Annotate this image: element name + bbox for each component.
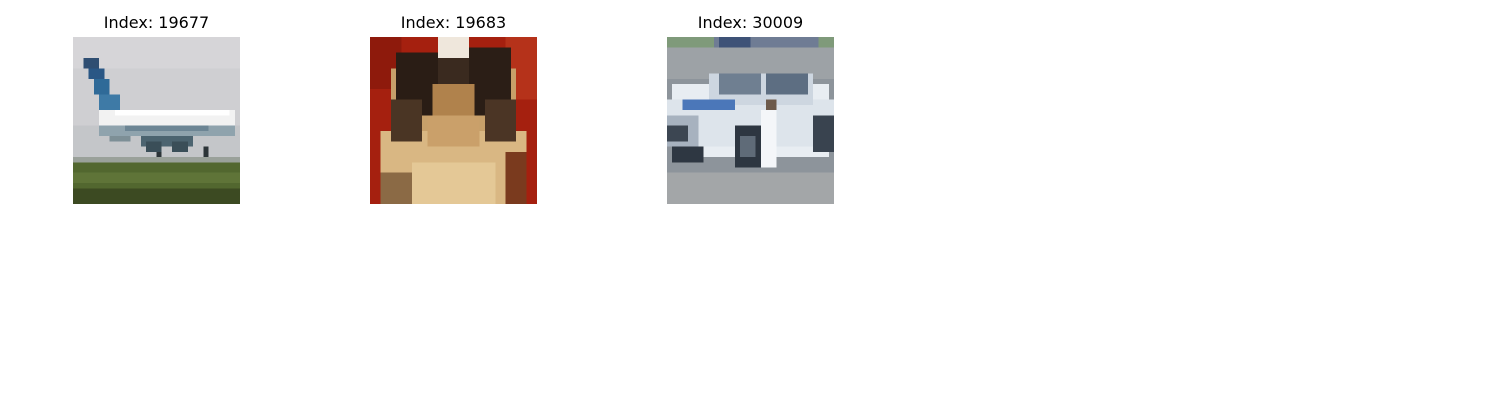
panel-title: Index: 19677: [103, 13, 210, 32]
panel-title: Index: 30009: [697, 13, 804, 32]
airplane-thumbnail: [73, 37, 240, 204]
dog-thumbnail: [370, 37, 537, 204]
panel-title: Index: 19683: [400, 13, 507, 32]
car-thumbnail: [667, 37, 834, 204]
figure-canvas: { "panels": [ { "title": "Index: 19677",…: [0, 0, 1500, 400]
